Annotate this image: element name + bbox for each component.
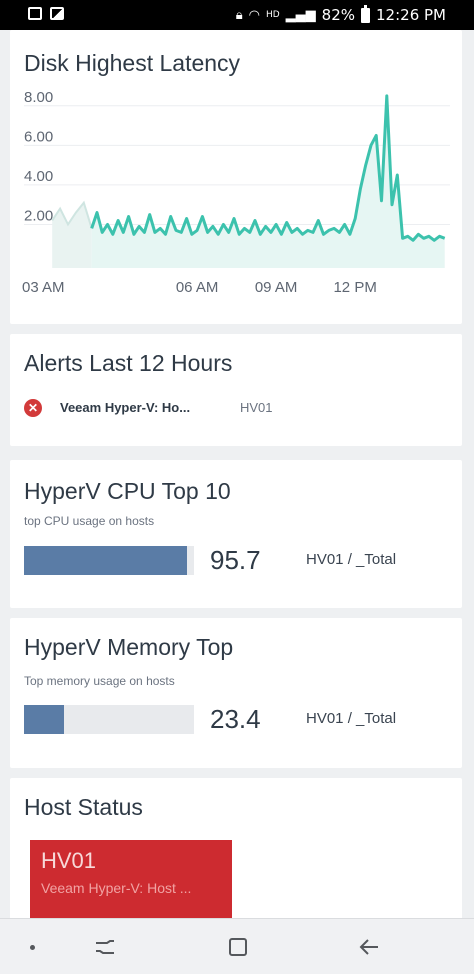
x-tick-label: 12 PM bbox=[333, 279, 376, 296]
y-tick-label: 6.00 bbox=[24, 128, 53, 145]
recent-apps-icon[interactable] bbox=[92, 933, 118, 961]
alerts-card[interactable]: Alerts Last 12 Hours ✕ Veeam Hyper-V: Ho… bbox=[10, 334, 462, 446]
y-tick-label: 8.00 bbox=[24, 90, 53, 106]
alert-item[interactable]: ✕ Veeam Hyper-V: Ho... HV01 bbox=[24, 398, 444, 418]
status-left-icons bbox=[28, 7, 64, 20]
system-nav-bar bbox=[0, 918, 474, 974]
status-right-icons: 🔒︎ ◠ HD ▂▄▆ 82% 12:26 PM bbox=[235, 4, 446, 24]
usage-bar-track bbox=[24, 546, 194, 575]
image-icon bbox=[50, 7, 64, 20]
latency-chart[interactable]: 8.00 6.00 4.00 2.00 03 AM 06 AM 09 AM 12 PM bbox=[10, 90, 462, 330]
notes-icon bbox=[28, 7, 42, 20]
card-title: Alerts Last 12 Hours bbox=[24, 350, 233, 376]
error-circle-icon: ✕ bbox=[24, 399, 42, 417]
host-status-card[interactable]: Host Status HV01 Veeam Hyper-V: Host ... bbox=[10, 778, 462, 938]
card-title: HyperV Memory Top bbox=[24, 634, 234, 660]
disk-latency-card[interactable]: Disk Highest Latency 8.00 6.00 4.00 2.00 03 … bbox=[10, 30, 462, 324]
lock-icon: 🔒︎ bbox=[235, 7, 243, 23]
hd-icon: HD bbox=[265, 10, 280, 20]
wifi-icon: ◠ bbox=[248, 7, 260, 23]
x-tick-label: 06 AM bbox=[176, 279, 219, 296]
host-tile-name: HV01 bbox=[41, 848, 97, 873]
usage-bar-fill bbox=[24, 546, 187, 575]
host-tile[interactable]: HV01 Veeam Hyper-V: Host ... bbox=[30, 840, 232, 930]
cpu-top-card[interactable]: HyperV CPU Top 10 top CPU usage on hosts… bbox=[10, 460, 462, 608]
usage-label: HV01 / _Total bbox=[306, 710, 397, 727]
usage-bar-fill bbox=[24, 705, 64, 734]
usage-bar-track bbox=[24, 705, 194, 734]
card-subtitle: Top memory usage on hosts bbox=[24, 674, 175, 688]
host-tile-subtitle: Veeam Hyper-V: Host ... bbox=[41, 880, 192, 896]
status-bar: 🔒︎ ◠ HD ▂▄▆ 82% 12:26 PM bbox=[0, 0, 474, 30]
y-tick-label: 2.00 bbox=[24, 207, 53, 224]
signal-icon: ▂▄▆ bbox=[285, 7, 316, 23]
usage-label: HV01 / _Total bbox=[306, 551, 397, 568]
clock: 12:26 PM bbox=[376, 6, 446, 24]
x-tick-label: 03 AM bbox=[22, 279, 65, 296]
usage-value: 95.7 bbox=[210, 545, 261, 575]
memory-top-card[interactable]: HyperV Memory Top Top memory usage on ho… bbox=[10, 618, 462, 768]
battery-icon bbox=[361, 4, 371, 23]
alert-host: HV01 bbox=[240, 400, 273, 415]
card-subtitle: top CPU usage on hosts bbox=[24, 514, 155, 528]
back-icon[interactable] bbox=[356, 933, 382, 961]
battery-percent: 82% bbox=[321, 6, 356, 24]
home-icon[interactable] bbox=[226, 933, 250, 961]
card-title: Disk Highest Latency bbox=[24, 50, 241, 76]
card-title: Host Status bbox=[24, 794, 143, 820]
alert-name: Veeam Hyper-V: Ho... bbox=[60, 400, 191, 415]
y-tick-label: 4.00 bbox=[24, 168, 53, 185]
card-title: HyperV CPU Top 10 bbox=[24, 478, 231, 504]
usage-value: 23.4 bbox=[210, 704, 261, 734]
dot-icon[interactable] bbox=[26, 933, 38, 961]
x-tick-label: 09 AM bbox=[255, 279, 298, 296]
